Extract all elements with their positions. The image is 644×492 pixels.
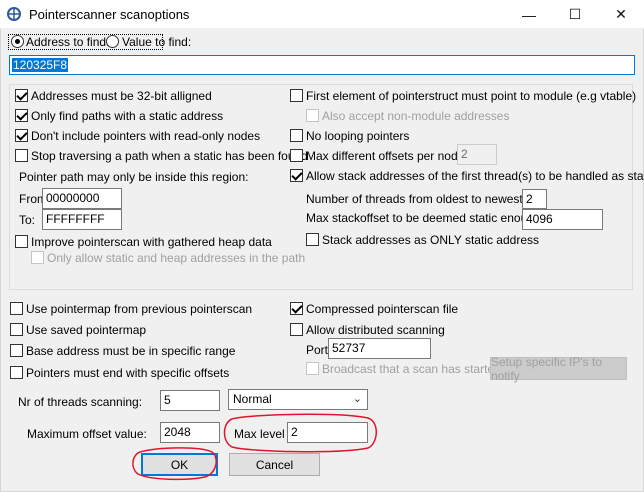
stack-only-checkbox[interactable] xyxy=(306,233,319,246)
readonly-label: Don't include pointers with read-only no… xyxy=(31,129,261,143)
stack-checkbox[interactable] xyxy=(290,169,303,182)
address-to-find-radio[interactable] xyxy=(11,35,24,48)
heap-only-label: Only allow static and heap addresses in … xyxy=(47,251,306,265)
broadcast-label: Broadcast that a scan has started xyxy=(322,362,501,376)
stop-traversing-checkbox[interactable] xyxy=(15,149,28,162)
non-module-checkbox[interactable] xyxy=(306,109,319,122)
max-level-input[interactable]: 2 xyxy=(287,422,368,443)
minimize-button[interactable]: — xyxy=(506,0,552,29)
threads-scanning-label: Nr of threads scanning: xyxy=(18,395,143,409)
max-offsets-label: Max different offsets per node: xyxy=(306,149,468,163)
max-offset-input[interactable]: 2048 xyxy=(160,422,220,443)
setup-ips-button[interactable]: Setup specific IP's to notify xyxy=(490,355,627,383)
close-button[interactable]: ✕ xyxy=(598,0,644,29)
heap-label: Improve pointerscan with gathered heap d… xyxy=(31,235,272,249)
broadcast-checkbox[interactable] xyxy=(306,362,319,375)
saved-pointermap-label: Use saved pointermap xyxy=(26,323,147,337)
end-offsets-checkbox[interactable] xyxy=(10,366,23,379)
threads-scanning-input[interactable]: 5 xyxy=(160,390,220,411)
from-input[interactable]: 00000000 xyxy=(42,188,122,209)
static-paths-label: Only find paths with a static address xyxy=(31,109,224,123)
first-element-label: First element of pointerstruct must poin… xyxy=(306,89,637,103)
base-address-label: Base address must be in specific range xyxy=(26,344,236,358)
threads-oldest-label: Number of threads from oldest to newest: xyxy=(306,192,527,206)
to-label: To: xyxy=(19,213,36,227)
distributed-checkbox[interactable] xyxy=(290,323,303,336)
stop-traversing-label: Stop traversing a path when a static has… xyxy=(31,149,308,163)
stackoffset-label: Max stackoffset to be deemed static enou… xyxy=(306,211,544,225)
non-module-label: Also accept non-module addresses xyxy=(322,109,510,123)
static-paths-checkbox[interactable] xyxy=(15,109,28,122)
stackoffset-input[interactable]: 4096 xyxy=(522,209,603,230)
aligned-checkbox[interactable] xyxy=(15,89,28,102)
chevron-down-icon: ⌄ xyxy=(352,393,362,405)
stack-label: Allow stack addresses of the first threa… xyxy=(306,169,644,183)
heap-only-checkbox[interactable] xyxy=(31,251,44,264)
distributed-label: Allow distributed scanning xyxy=(306,323,445,337)
maximize-button[interactable]: ☐ xyxy=(552,0,598,29)
address-value: 120325F8 xyxy=(12,58,69,72)
readonly-checkbox[interactable] xyxy=(15,129,28,142)
compressed-checkbox[interactable] xyxy=(290,302,303,315)
max-offsets-input[interactable]: 2 xyxy=(457,144,497,165)
to-input[interactable]: FFFFFFFF xyxy=(42,209,122,230)
window-title: Pointerscanner scanoptions xyxy=(29,7,190,22)
max-offsets-checkbox[interactable] xyxy=(290,149,303,162)
threads-oldest-input[interactable]: 2 xyxy=(522,189,547,209)
port-input[interactable]: 52737 xyxy=(328,338,431,359)
compressed-label: Compressed pointerscan file xyxy=(306,302,459,316)
pointermap-prev-label: Use pointermap from previous pointerscan xyxy=(26,302,253,316)
region-label: Pointer path may only be inside this reg… xyxy=(19,170,249,184)
heap-checkbox[interactable] xyxy=(15,235,28,248)
cancel-button[interactable]: Cancel xyxy=(229,453,320,476)
first-element-checkbox[interactable] xyxy=(290,89,303,102)
base-address-checkbox[interactable] xyxy=(10,344,23,357)
value-to-find-radio[interactable] xyxy=(106,35,119,48)
no-looping-label: No looping pointers xyxy=(306,129,410,143)
title-bar: Pointerscanner scanoptions — ☐ ✕ xyxy=(0,0,644,29)
end-offsets-label: Pointers must end with specific offsets xyxy=(26,366,230,380)
ok-button[interactable]: OK xyxy=(141,453,218,476)
value-to-find-label: Value to find: xyxy=(122,35,192,49)
aligned-label: Addresses must be 32-bit alligned xyxy=(31,89,212,103)
priority-select[interactable]: Normal ⌄ xyxy=(228,389,368,410)
pointermap-prev-checkbox[interactable] xyxy=(10,302,23,315)
saved-pointermap-checkbox[interactable] xyxy=(10,323,23,336)
no-looping-checkbox[interactable] xyxy=(290,129,303,142)
address-to-find-label: Address to find: xyxy=(26,35,110,49)
stack-only-label: Stack addresses as ONLY static address xyxy=(322,233,539,247)
address-input[interactable]: 120325F8 xyxy=(9,55,635,75)
max-level-label: Max level xyxy=(234,427,285,441)
max-offset-label: Maximum offset value: xyxy=(27,427,147,441)
cheat-engine-icon xyxy=(7,7,21,21)
priority-value: Normal xyxy=(233,392,272,406)
